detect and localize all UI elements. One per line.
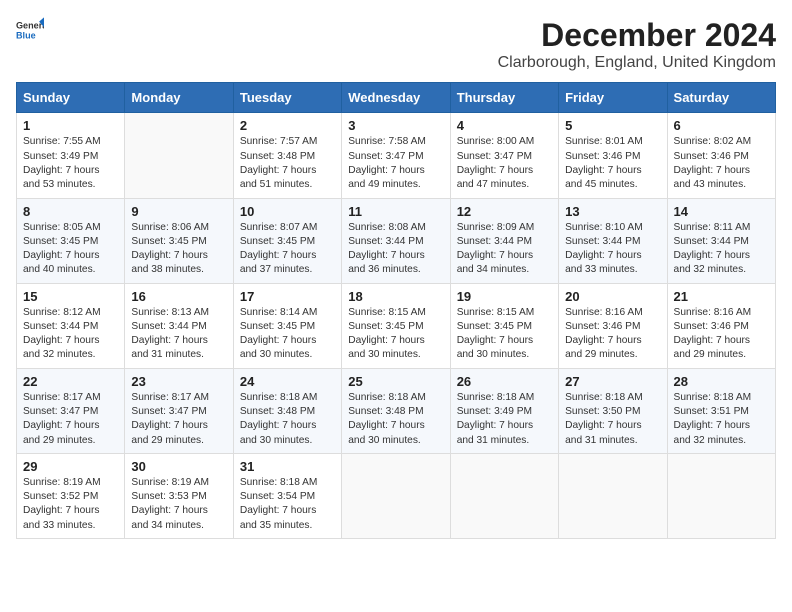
table-row: 15 Sunrise: 8:12 AM Sunset: 3:44 PM Dayl… (17, 283, 125, 368)
table-row: 6 Sunrise: 8:02 AM Sunset: 3:46 PM Dayli… (667, 113, 775, 198)
table-row: 19 Sunrise: 8:15 AM Sunset: 3:45 PM Dayl… (450, 283, 558, 368)
table-row: 14 Sunrise: 8:11 AM Sunset: 3:44 PM Dayl… (667, 198, 775, 283)
table-row: 1 Sunrise: 7:55 AM Sunset: 3:49 PM Dayli… (17, 113, 125, 198)
col-tuesday: Tuesday (233, 83, 341, 113)
page-title: December 2024 (498, 16, 776, 54)
table-row: 4 Sunrise: 8:00 AM Sunset: 3:47 PM Dayli… (450, 113, 558, 198)
col-friday: Friday (559, 83, 667, 113)
empty-cell (559, 453, 667, 538)
table-row: 11 Sunrise: 8:08 AM Sunset: 3:44 PM Dayl… (342, 198, 450, 283)
empty-cell (342, 453, 450, 538)
table-row: 30 Sunrise: 8:19 AM Sunset: 3:53 PM Dayl… (125, 453, 233, 538)
week-row: 29 Sunrise: 8:19 AM Sunset: 3:52 PM Dayl… (17, 453, 776, 538)
table-row: 24 Sunrise: 8:18 AM Sunset: 3:48 PM Dayl… (233, 368, 341, 453)
table-row: 27 Sunrise: 8:18 AM Sunset: 3:50 PM Dayl… (559, 368, 667, 453)
table-row: 25 Sunrise: 8:18 AM Sunset: 3:48 PM Dayl… (342, 368, 450, 453)
table-row: 10 Sunrise: 8:07 AM Sunset: 3:45 PM Dayl… (233, 198, 341, 283)
table-row: 20 Sunrise: 8:16 AM Sunset: 3:46 PM Dayl… (559, 283, 667, 368)
table-row: 29 Sunrise: 8:19 AM Sunset: 3:52 PM Dayl… (17, 453, 125, 538)
table-row: 21 Sunrise: 8:16 AM Sunset: 3:46 PM Dayl… (667, 283, 775, 368)
week-row: 15 Sunrise: 8:12 AM Sunset: 3:44 PM Dayl… (17, 283, 776, 368)
calendar-table: Sunday Monday Tuesday Wednesday Thursday… (16, 82, 776, 539)
title-section: December 2024 Clarborough, England, Unit… (498, 16, 776, 72)
table-row: 28 Sunrise: 8:18 AM Sunset: 3:51 PM Dayl… (667, 368, 775, 453)
table-row: 5 Sunrise: 8:01 AM Sunset: 3:46 PM Dayli… (559, 113, 667, 198)
page-subtitle: Clarborough, England, United Kingdom (498, 54, 776, 72)
logo-icon: General Blue (16, 16, 44, 44)
svg-text:Blue: Blue (16, 30, 36, 40)
table-row: 3 Sunrise: 7:58 AM Sunset: 3:47 PM Dayli… (342, 113, 450, 198)
col-sunday: Sunday (17, 83, 125, 113)
table-row: 26 Sunrise: 8:18 AM Sunset: 3:49 PM Dayl… (450, 368, 558, 453)
table-row: 31 Sunrise: 8:18 AM Sunset: 3:54 PM Dayl… (233, 453, 341, 538)
col-wednesday: Wednesday (342, 83, 450, 113)
header: General Blue December 2024 Clarborough, … (16, 16, 776, 72)
week-row: 8 Sunrise: 8:05 AM Sunset: 3:45 PM Dayli… (17, 198, 776, 283)
header-row: Sunday Monday Tuesday Wednesday Thursday… (17, 83, 776, 113)
empty-cell (667, 453, 775, 538)
table-row: 23 Sunrise: 8:17 AM Sunset: 3:47 PM Dayl… (125, 368, 233, 453)
week-row: 22 Sunrise: 8:17 AM Sunset: 3:47 PM Dayl… (17, 368, 776, 453)
table-row: 16 Sunrise: 8:13 AM Sunset: 3:44 PM Dayl… (125, 283, 233, 368)
table-row: 22 Sunrise: 8:17 AM Sunset: 3:47 PM Dayl… (17, 368, 125, 453)
week-row: 1 Sunrise: 7:55 AM Sunset: 3:49 PM Dayli… (17, 113, 776, 198)
logo: General Blue (16, 16, 44, 44)
table-row: 2 Sunrise: 7:57 AM Sunset: 3:48 PM Dayli… (233, 113, 341, 198)
table-row: 17 Sunrise: 8:14 AM Sunset: 3:45 PM Dayl… (233, 283, 341, 368)
empty-cell (125, 113, 233, 198)
table-row: 12 Sunrise: 8:09 AM Sunset: 3:44 PM Dayl… (450, 198, 558, 283)
table-row: 18 Sunrise: 8:15 AM Sunset: 3:45 PM Dayl… (342, 283, 450, 368)
table-row: 9 Sunrise: 8:06 AM Sunset: 3:45 PM Dayli… (125, 198, 233, 283)
col-saturday: Saturday (667, 83, 775, 113)
empty-cell (450, 453, 558, 538)
col-monday: Monday (125, 83, 233, 113)
col-thursday: Thursday (450, 83, 558, 113)
table-row: 13 Sunrise: 8:10 AM Sunset: 3:44 PM Dayl… (559, 198, 667, 283)
table-row: 8 Sunrise: 8:05 AM Sunset: 3:45 PM Dayli… (17, 198, 125, 283)
